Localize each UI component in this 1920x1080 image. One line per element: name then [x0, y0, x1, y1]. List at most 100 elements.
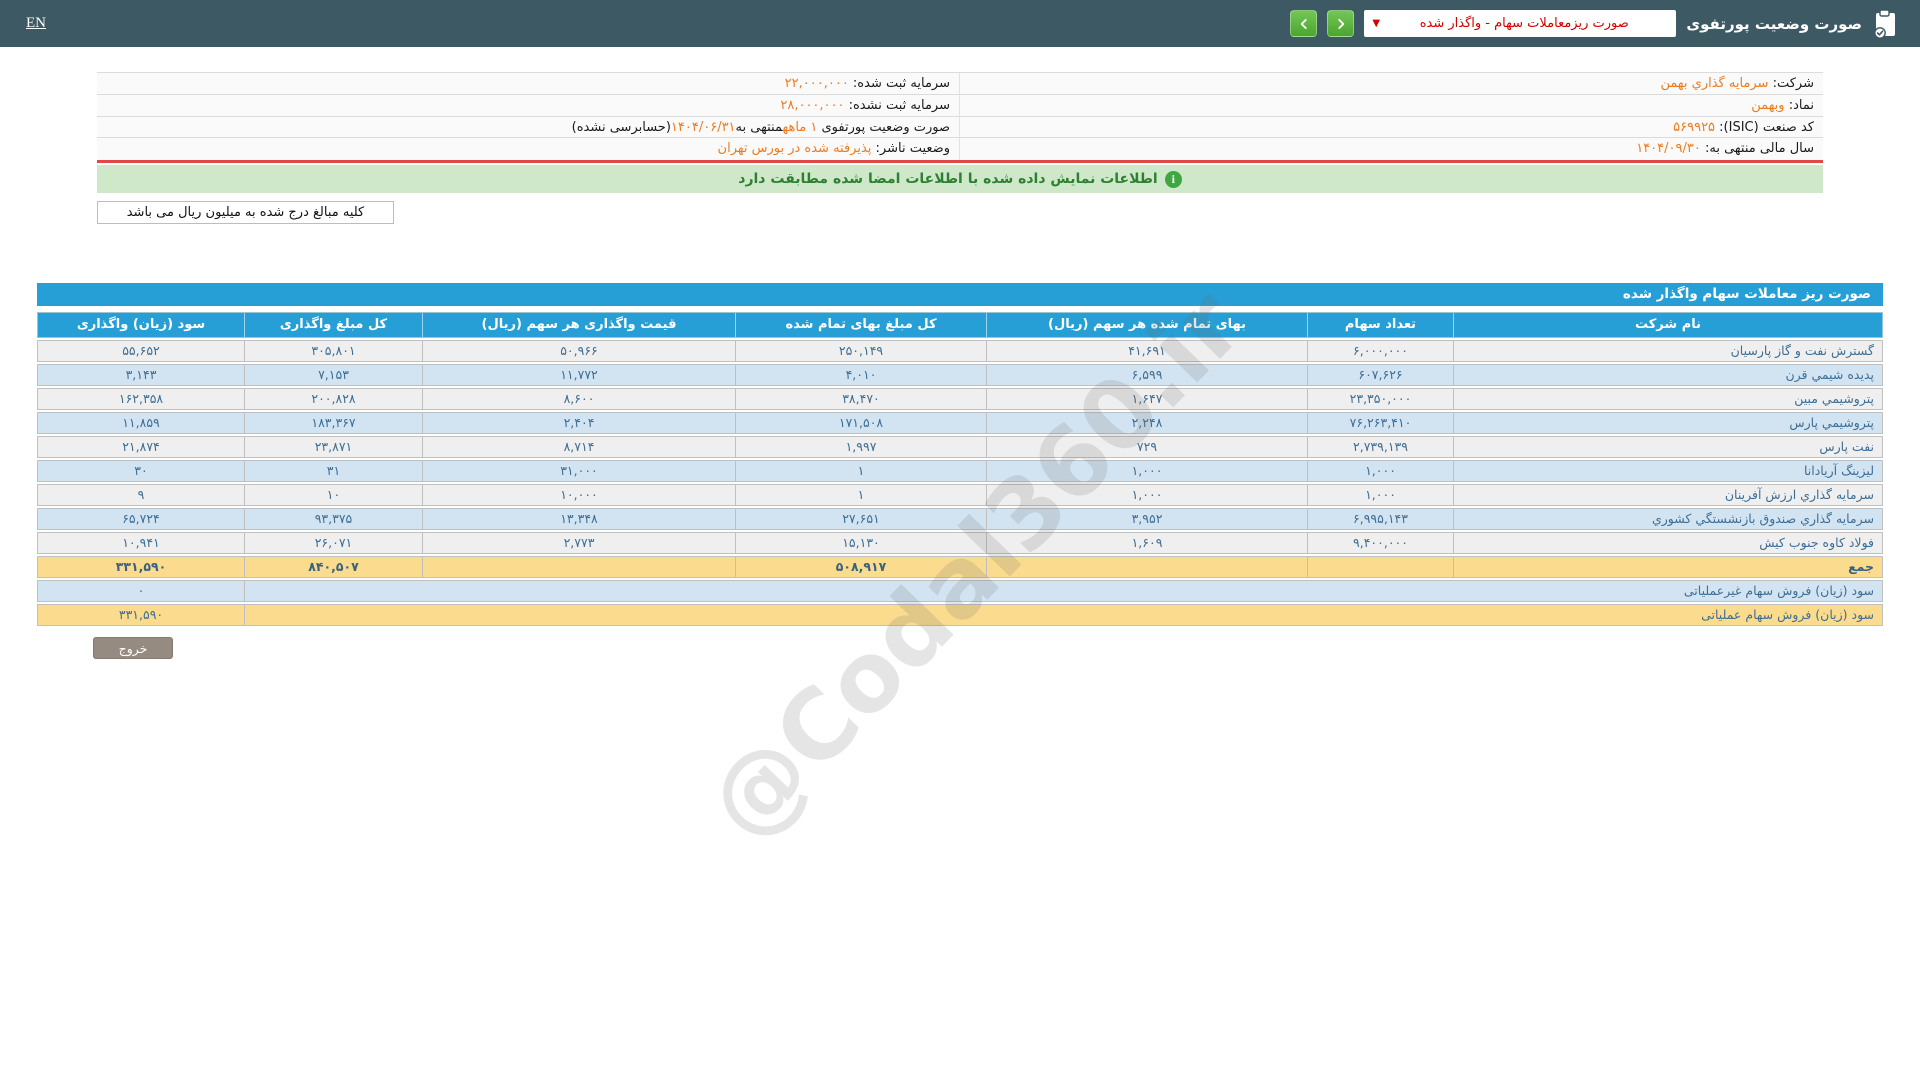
column-header-3: کل مبلغ بهای تمام شده [735, 313, 986, 338]
company-info-left-column: سرمایه ثبت شده: ۲۲,۰۰۰,۰۰۰ سرمایه ثبت نشد… [97, 73, 960, 161]
language-toggle-en[interactable]: EN [26, 15, 46, 32]
dropdown-selected-value: صورت ریزمعاملات سهام - واگذار شده [1419, 16, 1629, 31]
stock-transactions-table: صورت ریز معاملات سهام واگذار شده نام شرک… [37, 283, 1883, 660]
cell-value: ۱۰,۰۰۰ [422, 485, 735, 506]
cell-value: ۱۷۱,۵۰۸ [735, 413, 986, 434]
table-summary-row: سود (زیان) فروش سهام غیرعملیاتی ۰ [37, 580, 1883, 603]
cell-total-value: ۵۰۸,۹۱۷ [735, 557, 986, 578]
cell-value: ۸,۶۰۰ [422, 389, 735, 410]
info-label: کد صنعت (ISIC): [1715, 119, 1814, 135]
cell-value: ۲,۲۴۸ [986, 413, 1307, 434]
cell-value: ۱۰,۹۴۱ [122, 535, 160, 551]
cell-value: ۸,۷۱۴ [422, 437, 735, 458]
info-value: ۱۴۰۴/۰۹/۳۰ [1636, 141, 1701, 157]
prev-report-button[interactable] [1290, 10, 1318, 37]
cell-total-value: ۳۳۱,۵۹۰ [115, 559, 167, 575]
info-label: وضعیت ناشر: [871, 141, 950, 157]
cell-value: ۴,۰۱۰ [735, 365, 986, 386]
column-header-2: بهای تمام شده هر سهم (ریال) [986, 313, 1307, 338]
info-value: ۲۲,۰۰۰,۰۰۰ [784, 76, 849, 91]
cell-value: ۷۶,۲۶۳,۴۱۰ [1307, 413, 1453, 434]
cell-value: ۲۰۰,۸۲۸ [244, 389, 422, 410]
report-section-dropdown[interactable]: صورت ریزمعاملات سهام - واگذار شده ▼ [1364, 10, 1677, 37]
cell-company-name: لیزینگ آریادانا [1453, 461, 1882, 482]
cell-value: ۹,۴۰۰,۰۰۰ [1307, 533, 1453, 554]
cell-value: ۷۲۹ [986, 437, 1307, 458]
cell-value: ۱,۶۴۷ [986, 389, 1307, 410]
cell-total-value: ۸۴۰,۵۰۷ [244, 557, 422, 578]
table-row: پتروشیمي مبین ۲۳,۳۵۰,۰۰۰ ۱,۶۴۷ ۳۸,۴۷۰ ۸,۶۰۰ ۲… [37, 388, 1883, 411]
table-row: پدیده شیمي قرن ۶۰۷,۶۲۶ ۶,۵۹۹ ۴,۰۱۰ ۱۱,۷۷۲ ۷,۱… [37, 364, 1883, 387]
cell-summary-value: ۳۳۱,۵۹۰ [118, 607, 164, 623]
info-label: منتهی به [735, 119, 783, 135]
cell-value: ۱ [735, 485, 986, 506]
cell-company-name: نفت پارس [1453, 437, 1882, 458]
cell-value: ۶,۰۰۰,۰۰۰ [1307, 341, 1453, 362]
cell-value: ۳۱ [244, 461, 422, 482]
cell-value: ۳,۱۴۳ [125, 367, 157, 383]
cell-value: ۱,۹۹۷ [735, 437, 986, 458]
cell-value: ۳۰۵,۸۰۱ [244, 341, 422, 362]
cell-value: ۳۱,۰۰۰ [422, 461, 735, 482]
cell-total-value [422, 557, 735, 578]
table-row: گسترش نفت و گاز پارسیان ۶,۰۰۰,۰۰۰ ۴۱,۶۹۱ ۲۵… [37, 340, 1883, 363]
cell-value: ۶,۵۹۹ [986, 365, 1307, 386]
cell-value: ۲۳,۳۵۰,۰۰۰ [1307, 389, 1453, 410]
info-label: سال مالی منتهی به: [1700, 141, 1814, 157]
exit-button[interactable]: خروج [93, 637, 173, 660]
cell-company-name: سرمایه گذاري صندوق بازنشستگي کشوري [1453, 509, 1882, 530]
cell-value: ۱,۰۰۰ [1307, 485, 1453, 506]
cell-value: ۲۱,۸۷۴ [122, 439, 160, 455]
cell-company-name: سرمایه گذاري ارزش آفرینان [1453, 485, 1882, 506]
cell-total-value [986, 557, 1307, 578]
info-value: ۱۴۰۴/۰۶/۳۱ [670, 119, 736, 135]
cell-value: ۲۵۰,۱۴۹ [735, 341, 986, 362]
info-value: سرمایه گذاري بهمن [1660, 76, 1769, 91]
info-label: (حسابرسی نشده) [571, 119, 671, 135]
table-title-bar: صورت ریز معاملات سهام واگذار شده [37, 283, 1883, 307]
info-row: سال مالی منتهی به: ۱۴۰۴/۰۹/۳۰ [960, 138, 1823, 161]
cell-value: ۱۱,۷۷۲ [422, 365, 735, 386]
table-summary-row: سود (زیان) فروش سهام عملیاتی ۳۳۱,۵۹۰ [37, 604, 1883, 627]
table-row: نفت پارس ۲,۷۳۹,۱۳۹ ۷۲۹ ۱,۹۹۷ ۸,۷۱۴ ۲۳,۸۷۱ ۲۱,۸… [37, 436, 1883, 459]
table-row: پتروشیمي پارس ۷۶,۲۶۳,۴۱۰ ۲,۲۴۸ ۱۷۱,۵۰۸ ۲,۴۰۴… [37, 412, 1883, 435]
cell-value: ۲,۷۳۹,۱۳۹ [1307, 437, 1453, 458]
cell-value: ۳۸,۴۷۰ [735, 389, 986, 410]
cell-company-name: پتروشیمي پارس [1453, 413, 1882, 434]
cell-value: ۱,۶۰۹ [986, 533, 1307, 554]
cell-total-label: جمع [1453, 557, 1882, 578]
cell-value: ۲۳,۸۷۱ [244, 437, 422, 458]
cell-total-value [1307, 557, 1453, 578]
info-label: سرمایه ثبت نشده: [844, 97, 950, 113]
cell-value: ۶,۹۹۵,۱۴۳ [1307, 509, 1453, 530]
info-row: سرمایه ثبت نشده: ۲۸,۰۰۰,۰۰۰ [97, 94, 959, 117]
cell-company-name: گسترش نفت و گاز پارسیان [1453, 341, 1882, 362]
info-row: نماد: وبهمن [960, 94, 1823, 117]
cell-value: ۹ [137, 487, 145, 503]
info-row: شرکت: سرمایه گذاري بهمن [960, 73, 1823, 95]
info-row: کد صنعت (ISIC): ۵۶۹۹۲۵ [960, 116, 1823, 139]
cell-value: ۱ [735, 461, 986, 482]
cell-value: ۲۶,۰۷۱ [244, 533, 422, 554]
column-header-1: تعداد سهام [1307, 313, 1453, 338]
cell-summary-label: سود (زیان) فروش سهام غیرعملیاتی [244, 581, 1882, 602]
chevron-left-icon [1297, 17, 1311, 31]
cell-value: ۱۱,۸۵۹ [122, 415, 160, 431]
cell-value: ۱,۰۰۰ [1307, 461, 1453, 482]
signature-match-text: اطلاعات نمایش داده شده با اطلاعات امضا ش… [738, 171, 1158, 188]
cell-value: ۹۳,۳۷۵ [244, 509, 422, 530]
chevron-right-icon [1334, 17, 1348, 31]
cell-value: ۲۷,۶۵۱ [735, 509, 986, 530]
info-label: نماد: [1784, 97, 1814, 113]
next-report-button[interactable] [1327, 10, 1355, 37]
cell-value: ۱۵,۱۳۰ [735, 533, 986, 554]
column-header-6: سود (زیان) واگذاری [76, 317, 206, 333]
page-title: صورت وضعیت پورتفوی [1686, 14, 1862, 33]
cell-value: ۱۶۲,۳۵۸ [118, 391, 164, 407]
info-value: ۵۶۹۹۲۵ [1673, 119, 1716, 135]
portfolio-clipboard-icon [1872, 8, 1898, 39]
info-label: شرکت: [1768, 76, 1814, 91]
table-row: سرمایه گذاري صندوق بازنشستگي کشوري ۶,۹۹۵,… [37, 508, 1883, 531]
chevron-down-icon: ▼ [1372, 17, 1381, 29]
table-header-row: نام شرکت تعداد سهام بهای تمام شده هر سهم (… [37, 312, 1883, 339]
